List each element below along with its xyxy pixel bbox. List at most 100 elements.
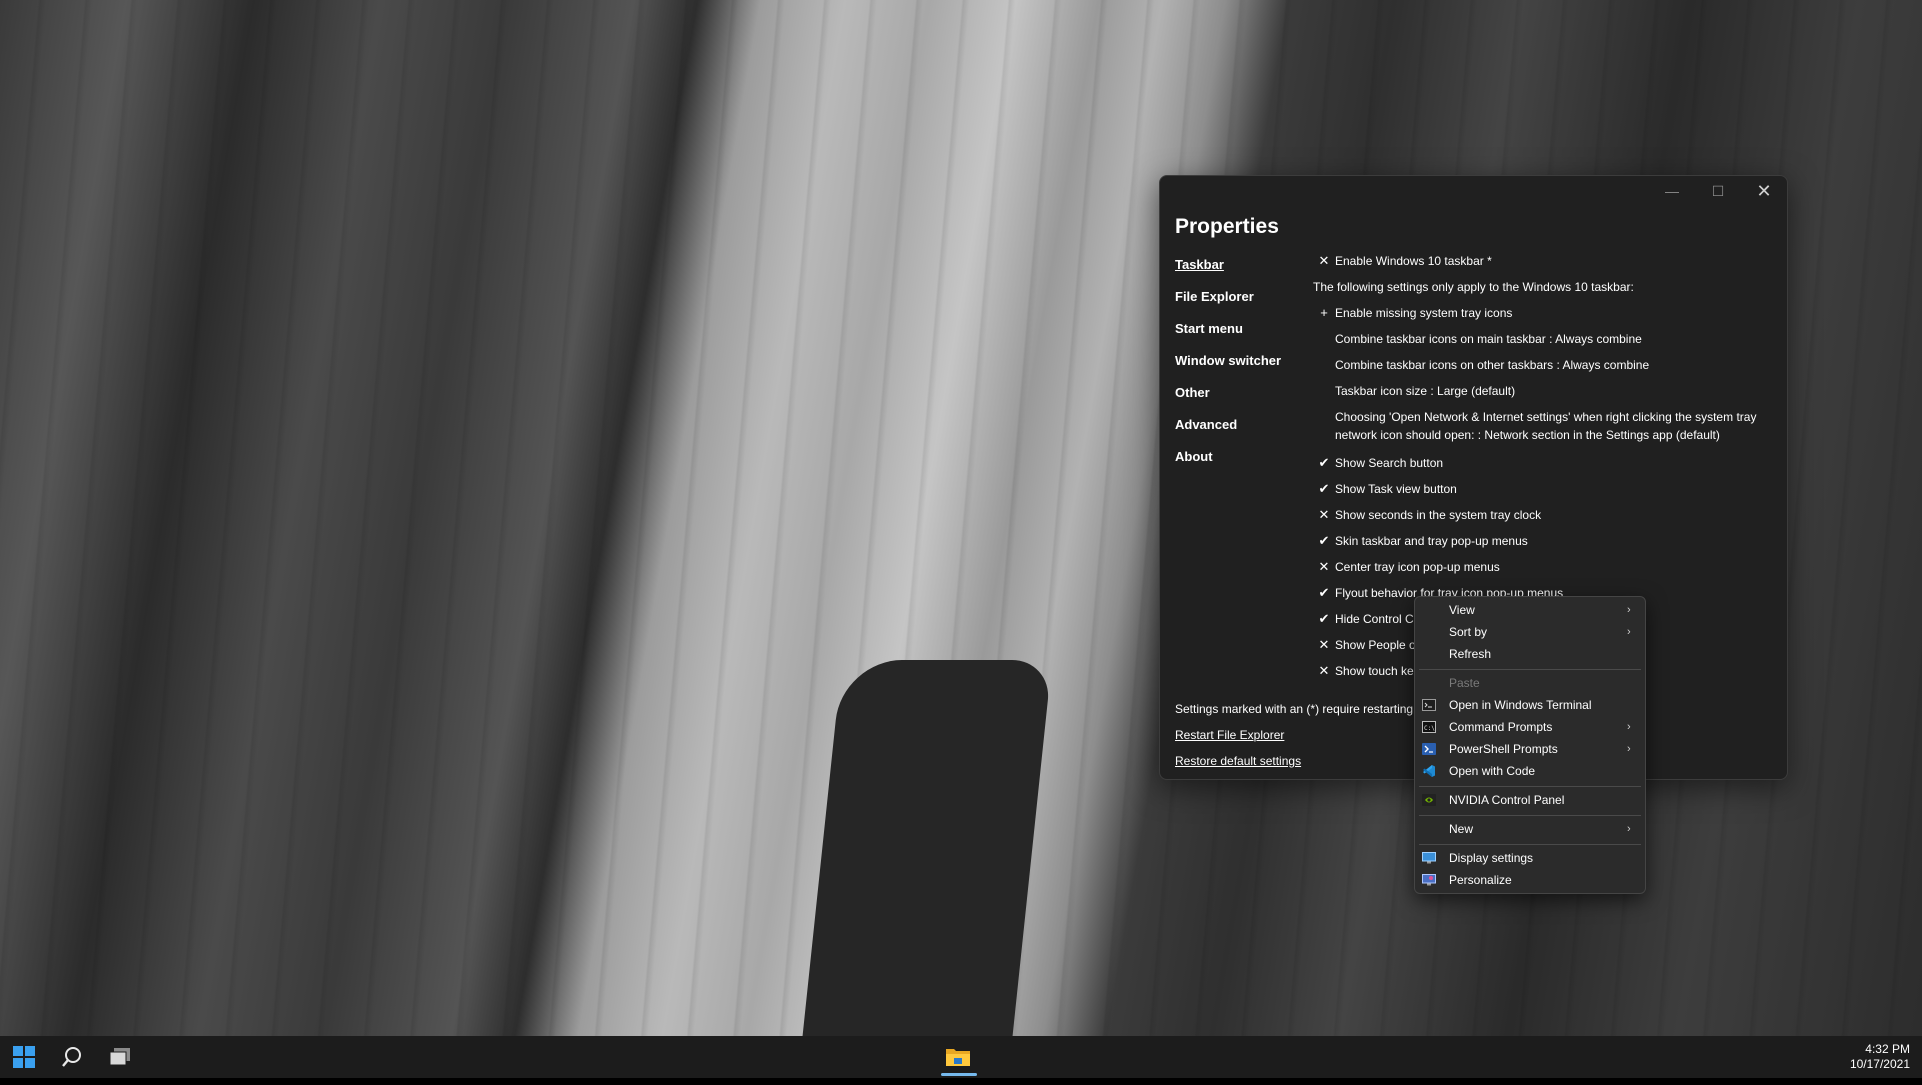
menu-item-command-prompts[interactable]: C:\ Command Prompts › xyxy=(1415,716,1645,738)
menu-item-label: New xyxy=(1449,822,1474,836)
clock-time: 4:32 PM xyxy=(1865,1042,1910,1056)
menu-item-view[interactable]: View › xyxy=(1415,599,1645,621)
menu-item-nvidia[interactable]: NVIDIA Control Panel xyxy=(1415,789,1645,811)
clock-date: 10/17/2021 xyxy=(1849,1057,1910,1071)
system-clock[interactable]: 4:32 PM 10/17/2021 xyxy=(1850,1042,1910,1072)
setting-label: Taskbar icon size : Large (default) xyxy=(1335,384,1516,398)
menu-item-label: View xyxy=(1449,603,1475,617)
setting-row[interactable]: ✔ Show Search button xyxy=(1313,454,1773,480)
nav-item-about[interactable]: About xyxy=(1175,448,1281,480)
desktop-context-menu: View › Sort by › Refresh Paste Open in W… xyxy=(1414,596,1646,894)
nav-item-other[interactable]: Other xyxy=(1175,384,1281,416)
menu-separator xyxy=(1419,815,1641,816)
setting-label: Show Search button xyxy=(1335,456,1444,470)
menu-separator xyxy=(1419,844,1641,845)
restart-explorer-link[interactable]: Restart File Explorer xyxy=(1175,726,1420,752)
setting-label: Skin taskbar and tray pop-up menus xyxy=(1335,534,1528,548)
nav-item-advanced[interactable]: Advanced xyxy=(1175,416,1281,448)
setting-row[interactable]: Choosing 'Open Network & Internet settin… xyxy=(1313,408,1773,454)
menu-item-label: Refresh xyxy=(1449,647,1492,661)
taskbar: 4:32 PM 10/17/2021 xyxy=(0,1036,1922,1078)
blank-icon xyxy=(1421,603,1437,617)
menu-item-label: NVIDIA Control Panel xyxy=(1449,793,1565,807)
menu-separator xyxy=(1419,669,1641,670)
folder-icon xyxy=(946,1049,970,1066)
setting-label: Show seconds in the system tray clock xyxy=(1335,508,1542,522)
sidebar-nav: Taskbar File Explorer Start menu Window … xyxy=(1175,256,1281,480)
restore-defaults-link[interactable]: Restore default settings xyxy=(1175,752,1420,778)
chevron-right-icon: › xyxy=(1627,626,1631,638)
nvidia-icon xyxy=(1421,793,1437,807)
command-prompt-icon: C:\ xyxy=(1421,720,1437,734)
window-controls: — ☐ ✕ xyxy=(1649,176,1787,206)
menu-item-label: PowerShell Prompts xyxy=(1449,742,1558,756)
close-button[interactable]: ✕ xyxy=(1741,176,1787,206)
setting-row[interactable]: ✕ Enable Windows 10 taskbar * xyxy=(1313,252,1773,278)
setting-row[interactable]: Combine taskbar icons on main taskbar : … xyxy=(1313,330,1773,356)
file-explorer-button[interactable] xyxy=(934,1036,982,1078)
minimize-button[interactable]: — xyxy=(1649,176,1695,206)
setting-label: Combine taskbar icons on other taskbars … xyxy=(1335,358,1650,372)
setting-note: The following settings only apply to the… xyxy=(1313,278,1773,304)
menu-item-personalize[interactable]: Personalize xyxy=(1415,869,1645,891)
menu-item-paste[interactable]: Paste xyxy=(1415,672,1645,694)
screen-bottom-edge xyxy=(0,1078,1922,1085)
setting-row[interactable]: Taskbar icon size : Large (default) xyxy=(1313,382,1773,408)
setting-label: Center tray icon pop-up menus xyxy=(1335,560,1500,574)
setting-label: Show Task view button xyxy=(1335,482,1457,496)
menu-item-label: Command Prompts xyxy=(1449,720,1553,734)
blank-icon xyxy=(1421,647,1437,661)
menu-item-open-with-code[interactable]: Open with Code xyxy=(1415,760,1645,782)
menu-item-label: Open in Windows Terminal xyxy=(1449,698,1592,712)
checkmark-icon: ✔ xyxy=(1318,585,1330,600)
active-app-indicator xyxy=(941,1073,977,1076)
menu-item-label: Open with Code xyxy=(1449,764,1536,778)
menu-item-refresh[interactable]: Refresh xyxy=(1415,643,1645,665)
chevron-right-icon: › xyxy=(1627,823,1631,835)
nav-item-taskbar[interactable]: Taskbar xyxy=(1175,256,1281,288)
nav-item-window-switcher[interactable]: Window switcher xyxy=(1175,352,1281,384)
nav-item-start-menu[interactable]: Start menu xyxy=(1175,320,1281,352)
setting-label: Combine taskbar icons on main taskbar : … xyxy=(1335,332,1642,346)
display-icon xyxy=(1421,851,1437,865)
checkmark-icon: ✔ xyxy=(1318,533,1330,548)
setting-row[interactable]: Combine taskbar icons on other taskbars … xyxy=(1313,356,1773,382)
start-button[interactable] xyxy=(0,1036,48,1078)
vscode-icon xyxy=(1421,764,1437,778)
cross-icon: ✕ xyxy=(1318,559,1330,574)
menu-item-powershell-prompts[interactable]: PowerShell Prompts › xyxy=(1415,738,1645,760)
search-icon xyxy=(62,1047,81,1067)
maximize-button[interactable]: ☐ xyxy=(1695,176,1741,206)
toggle-state-icon: + xyxy=(1320,305,1328,320)
menu-item-open-terminal[interactable]: Open in Windows Terminal xyxy=(1415,694,1645,716)
setting-row[interactable]: ✕ Center tray icon pop-up menus xyxy=(1313,558,1773,584)
setting-row[interactable]: ✕ Show seconds in the system tray clock xyxy=(1313,506,1773,532)
blank-icon xyxy=(1421,625,1437,639)
checkmark-icon: ✔ xyxy=(1318,455,1330,470)
setting-row[interactable]: ✔ Skin taskbar and tray pop-up menus xyxy=(1313,532,1773,558)
task-view-icon xyxy=(109,1048,130,1066)
chevron-right-icon: › xyxy=(1627,721,1631,733)
menu-item-new[interactable]: New › xyxy=(1415,818,1645,840)
chevron-right-icon: › xyxy=(1627,743,1631,755)
setting-note-text: The following settings only apply to the… xyxy=(1313,280,1634,294)
setting-row[interactable]: + Enable missing system tray icons xyxy=(1313,304,1773,330)
menu-separator xyxy=(1419,786,1641,787)
checkmark-icon: ✔ xyxy=(1318,611,1330,626)
blank-icon xyxy=(1421,676,1437,690)
task-view-button[interactable] xyxy=(96,1036,144,1078)
page-title: Properties xyxy=(1175,215,1279,238)
svg-text:C:\: C:\ xyxy=(1424,725,1435,732)
wallpaper-rock xyxy=(797,660,1053,1080)
search-button[interactable] xyxy=(48,1036,96,1078)
menu-item-label: Display settings xyxy=(1449,851,1534,865)
menu-item-display-settings[interactable]: Display settings xyxy=(1415,847,1645,869)
setting-row[interactable]: ✔ Show Task view button xyxy=(1313,480,1773,506)
setting-label: Enable Windows 10 taskbar * xyxy=(1335,254,1492,268)
chevron-right-icon: › xyxy=(1627,604,1631,616)
nav-item-file-explorer[interactable]: File Explorer xyxy=(1175,288,1281,320)
restart-note: Settings marked with an (*) require rest… xyxy=(1175,702,1420,716)
personalize-icon xyxy=(1421,873,1437,887)
powershell-icon xyxy=(1421,742,1437,756)
menu-item-sort-by[interactable]: Sort by › xyxy=(1415,621,1645,643)
